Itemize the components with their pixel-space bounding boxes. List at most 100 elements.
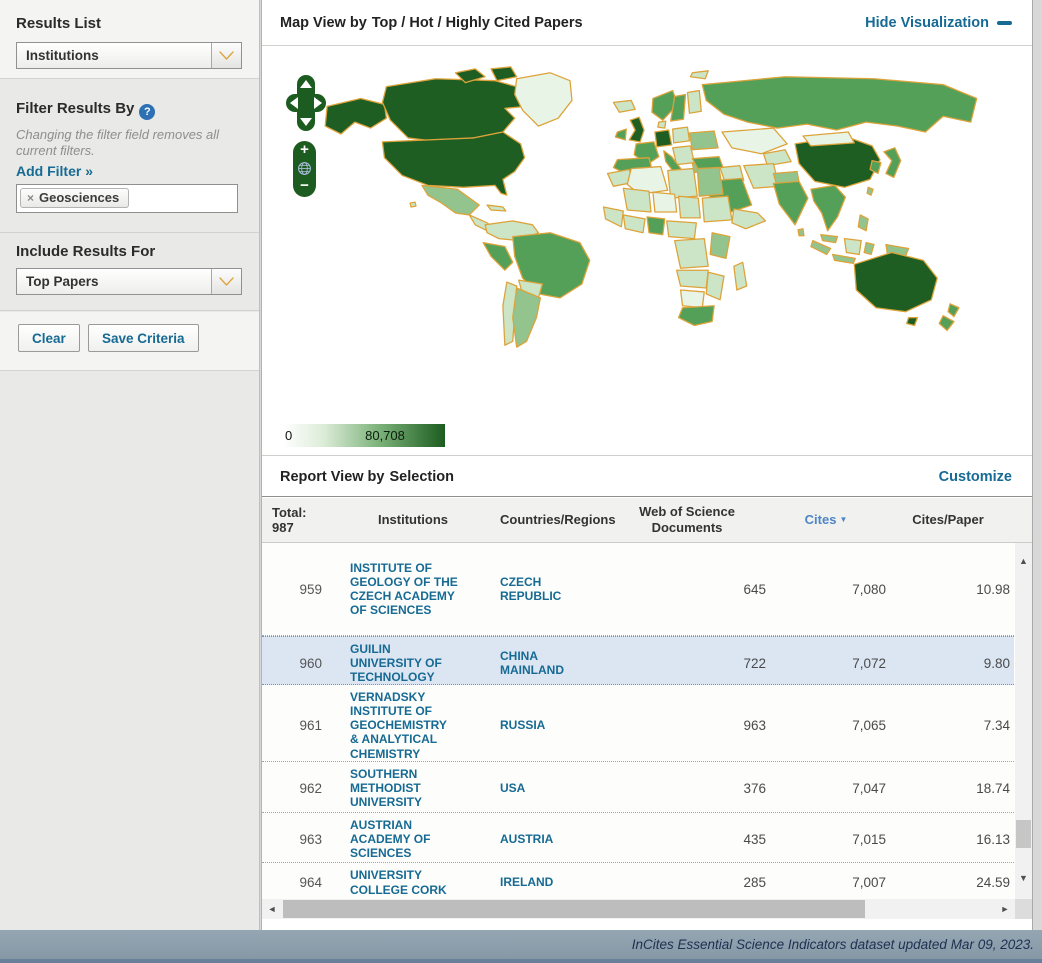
- map-view-title-prefix: Map View by: [280, 15, 367, 31]
- map-zoom-control[interactable]: + −: [293, 141, 316, 197]
- country: RUSSIA: [500, 718, 608, 732]
- cites: 7,080: [766, 582, 886, 597]
- rank: 960: [262, 656, 326, 671]
- wos-documents: 645: [608, 582, 766, 597]
- pan-right-icon[interactable]: [314, 97, 322, 109]
- pan-left-icon[interactable]: [290, 97, 298, 109]
- zoom-in-button[interactable]: +: [300, 143, 309, 157]
- main-panel: Map View by Top / Hot / Highly Cited Pape…: [261, 0, 1033, 930]
- pan-up-icon[interactable]: [300, 80, 312, 88]
- filter-tag-label: Geosciences: [39, 190, 119, 205]
- results-list-heading: Results List: [16, 15, 101, 32]
- cites: 7,047: [766, 781, 886, 796]
- cites: 7,072: [766, 656, 886, 671]
- institution-link[interactable]: UNIVERSITY COLLEGE CORK: [326, 863, 500, 899]
- filter-tag-box: × Geosciences: [16, 184, 238, 213]
- map-regions[interactable]: [325, 67, 977, 347]
- table-row[interactable]: 963 AUSTRIAN ACADEMY OF SCIENCES AUSTRIA…: [262, 813, 1014, 863]
- filter-tag-geosciences[interactable]: × Geosciences: [20, 188, 129, 208]
- institution-link[interactable]: GUILIN UNIVERSITY OF TECHNOLOGY: [326, 637, 500, 689]
- column-header-countries[interactable]: Countries/Regions: [500, 512, 608, 528]
- zoom-out-button[interactable]: −: [300, 179, 309, 193]
- cites-per-paper: 24.59: [886, 875, 1010, 890]
- wos-documents: 285: [608, 875, 766, 890]
- country: CHINA MAINLAND: [500, 649, 608, 677]
- cites: 7,007: [766, 875, 886, 890]
- institution-link[interactable]: SOUTHERN METHODIST UNIVERSITY: [326, 762, 500, 814]
- table-row[interactable]: 964 UNIVERSITY COLLEGE CORK IRELAND 285 …: [262, 863, 1014, 899]
- cites-per-paper: 18.74: [886, 781, 1010, 796]
- cites: 7,065: [766, 718, 886, 733]
- rank: 961: [262, 718, 326, 733]
- globe-icon[interactable]: [297, 161, 312, 176]
- filter-sidebar: Results List Institutions Filter Results…: [0, 0, 260, 930]
- report-view-header: Report View bySelection Customize: [262, 457, 1032, 497]
- column-header-cites-per-paper[interactable]: Cites/Paper: [886, 512, 1010, 528]
- filter-note: Changing the filter field removes all cu…: [16, 127, 234, 160]
- scroll-down-icon[interactable]: ▼: [1015, 870, 1032, 887]
- institution-link[interactable]: INSTITUTE OF GEOLOGY OF THE CZECH ACADEM…: [326, 556, 500, 623]
- table-row-selected[interactable]: 960 GUILIN UNIVERSITY OF TECHNOLOGY CHIN…: [262, 636, 1014, 685]
- vertical-scrollbar[interactable]: ▲ ▼: [1015, 543, 1032, 899]
- wos-documents: 435: [608, 832, 766, 847]
- wos-documents: 722: [608, 656, 766, 671]
- cites-per-paper: 10.98: [886, 582, 1010, 597]
- remove-tag-icon[interactable]: ×: [27, 191, 34, 205]
- scroll-right-icon[interactable]: ►: [997, 899, 1013, 919]
- save-criteria-button[interactable]: Save Criteria: [88, 324, 199, 352]
- results-list-selected: Institutions: [17, 48, 211, 63]
- column-header-wos-documents[interactable]: Web of Science Documents: [608, 504, 766, 537]
- pan-down-icon[interactable]: [300, 118, 312, 126]
- minus-icon: [997, 21, 1012, 25]
- filter-heading: Filter Results By?: [16, 100, 155, 120]
- map-area: + − 0 80,708: [262, 47, 1032, 456]
- rank: 959: [262, 582, 326, 597]
- column-header-institutions[interactable]: Institutions: [326, 512, 500, 528]
- horizontal-scroll-thumb[interactable]: [283, 900, 865, 918]
- results-list-dropdown[interactable]: Institutions: [16, 42, 242, 69]
- table-row[interactable]: 959 INSTITUTE OF GEOLOGY OF THE CZECH AC…: [262, 543, 1014, 636]
- results-table-body: 959 INSTITUTE OF GEOLOGY OF THE CZECH AC…: [262, 543, 1014, 899]
- map-legend: 0 80,708: [275, 424, 475, 447]
- rank: 963: [262, 832, 326, 847]
- legend-min-value: 0: [285, 428, 292, 443]
- institution-link[interactable]: VERNADSKY INSTITUTE OF GEOCHEMISTRY & AN…: [326, 685, 500, 766]
- wos-documents: 963: [608, 718, 766, 733]
- country: CZECH REPUBLIC: [500, 575, 608, 603]
- cites-per-paper: 7.34: [886, 718, 1010, 733]
- help-icon[interactable]: ?: [139, 104, 155, 120]
- cites: 7,015: [766, 832, 886, 847]
- rank: 964: [262, 875, 326, 890]
- rank: 962: [262, 781, 326, 796]
- hide-visualization-link[interactable]: Hide Visualization: [865, 15, 1012, 31]
- column-header-cites-sorted[interactable]: Cites▼: [766, 512, 886, 528]
- institution-link[interactable]: AUSTRIAN ACADEMY OF SCIENCES: [326, 813, 500, 865]
- add-filter-link[interactable]: Add Filter »: [16, 163, 93, 179]
- footer-bar: InCites Essential Science Indicators dat…: [0, 930, 1042, 963]
- scroll-up-icon[interactable]: ▲: [1015, 553, 1032, 570]
- map-view-title-main: Top / Hot / Highly Cited Papers: [372, 15, 583, 31]
- include-results-dropdown[interactable]: Top Papers: [16, 268, 242, 295]
- horizontal-scrollbar[interactable]: ◄ ►: [262, 899, 1015, 919]
- map-pan-control[interactable]: [286, 75, 326, 131]
- dataset-update-notice: InCites Essential Science Indicators dat…: [632, 937, 1034, 952]
- country: AUSTRIA: [500, 832, 608, 846]
- map-view-header: Map View by Top / Hot / Highly Cited Pape…: [262, 0, 1032, 46]
- scroll-left-icon[interactable]: ◄: [264, 899, 280, 919]
- scrollbar-corner: [1015, 899, 1032, 919]
- world-choropleth-map[interactable]: [262, 57, 1032, 452]
- total-count: Total: 987: [262, 505, 326, 535]
- clear-button[interactable]: Clear: [18, 324, 80, 352]
- report-view-title: Report View bySelection: [280, 469, 459, 485]
- cites-per-paper: 16.13: [886, 832, 1010, 847]
- vertical-scroll-thumb[interactable]: [1016, 820, 1031, 848]
- map-view-title: Map View by Top / Hot / Highly Cited Pape…: [280, 15, 588, 31]
- sort-desc-icon: ▼: [839, 515, 847, 524]
- country: USA: [500, 781, 608, 795]
- table-row[interactable]: 961 VERNADSKY INSTITUTE OF GEOCHEMISTRY …: [262, 685, 1014, 762]
- table-row[interactable]: 962 SOUTHERN METHODIST UNIVERSITY USA 37…: [262, 762, 1014, 813]
- report-view-title-prefix: Report View by: [280, 469, 384, 485]
- chevron-down-icon: [211, 269, 241, 294]
- wos-documents: 376: [608, 781, 766, 796]
- customize-link[interactable]: Customize: [939, 469, 1012, 485]
